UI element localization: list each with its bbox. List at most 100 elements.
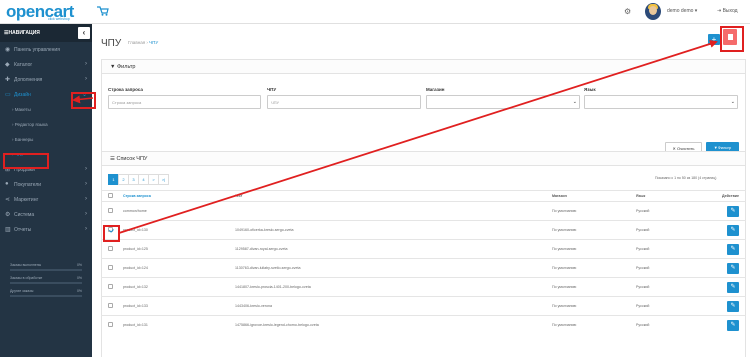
order-stats: Заказы выполнены 0% Заказы в обработке 0% … bbox=[0, 261, 92, 300]
row-checkbox[interactable] bbox=[108, 208, 113, 213]
column-language[interactable]: Язык bbox=[633, 190, 717, 202]
edit-button[interactable]: ✎ bbox=[727, 300, 739, 312]
main-content: ЧПУ Главная › ЧПУ + ▼ Фильтр Строка запр… bbox=[92, 24, 750, 357]
row-checkbox[interactable] bbox=[108, 284, 113, 289]
cell-store: По умолчанию bbox=[549, 277, 633, 297]
table-row: product_id=130 1049160-oficerka-kreslo-se… bbox=[101, 220, 746, 240]
dashboard-icon: ◉ bbox=[5, 47, 11, 53]
settings-gear-icon[interactable]: ⚙ bbox=[624, 7, 631, 16]
chevron-right-icon: › bbox=[85, 196, 87, 202]
breadcrumb-separator: › bbox=[146, 40, 148, 45]
user-name: demo demo bbox=[667, 8, 694, 14]
column-keyword[interactable]: ЧПУ bbox=[232, 190, 549, 202]
cell-store: По умолчанию bbox=[549, 258, 633, 278]
row-checkbox[interactable] bbox=[108, 303, 113, 308]
sidebar-title: НАВИГАЦИЯ bbox=[8, 30, 40, 36]
page-title: ЧПУ bbox=[101, 38, 122, 49]
edit-button[interactable]: ✎ bbox=[727, 262, 739, 274]
sidebar-navigation: ☰НАВИГАЦИЯ ‹ ◉ Панель управления ◆ Каталог… bbox=[0, 24, 92, 357]
pencil-icon: ✎ bbox=[730, 302, 736, 309]
sidebar-item-marketing[interactable]: ⋖ Маркетинг › bbox=[0, 192, 92, 207]
cell-keyword: 1443406-kreslo-verona bbox=[232, 296, 549, 316]
pencil-icon: ✎ bbox=[730, 207, 736, 214]
breadcrumb-current[interactable]: ЧПУ bbox=[149, 40, 158, 45]
sidebar-subitem-banners[interactable]: › Баннеры bbox=[0, 132, 92, 147]
pencil-icon: ✎ bbox=[730, 226, 736, 233]
page-last[interactable]: >| bbox=[158, 174, 169, 185]
chevron-right-icon: › bbox=[85, 61, 87, 67]
sidebar-item-dashboard[interactable]: ◉ Панель управления bbox=[0, 42, 92, 57]
pencil-icon: ✎ bbox=[730, 245, 736, 252]
cell-keyword: 1129587-divan-royal-sergo-cveta bbox=[232, 239, 549, 259]
language-select[interactable]: ⌄ bbox=[584, 95, 738, 109]
table-row: product_id=133 1443406-kreslo-verona По ум… bbox=[101, 296, 746, 316]
puzzle-icon: ✚ bbox=[5, 77, 11, 83]
sidebar-item-extensions[interactable]: ✚ Дополнения › bbox=[0, 72, 92, 87]
logout-icon: ⇥ bbox=[717, 8, 722, 14]
progress-bar bbox=[10, 269, 82, 271]
caret-down-icon: ▾ bbox=[694, 8, 698, 14]
chevron-right-icon: › bbox=[85, 76, 87, 82]
row-checkbox[interactable] bbox=[108, 265, 113, 270]
sidebar-collapse-button[interactable]: ‹ bbox=[78, 27, 90, 39]
edit-button[interactable]: ✎ bbox=[727, 281, 739, 293]
table-row: product_id=124 1130763-divan-lullaby-svet… bbox=[101, 258, 746, 278]
cell-query: product_id=133 bbox=[120, 296, 232, 316]
edit-button[interactable]: ✎ bbox=[727, 205, 739, 217]
edit-button[interactable]: ✎ bbox=[727, 224, 739, 236]
row-checkbox[interactable] bbox=[108, 322, 113, 328]
cell-language: Русский bbox=[633, 239, 717, 259]
chevron-right-icon: › bbox=[85, 166, 87, 172]
monitor-icon: ▭ bbox=[5, 92, 11, 98]
seo-keyword-label: ЧПУ bbox=[267, 87, 277, 92]
cell-query: product_id=131 bbox=[120, 315, 232, 335]
cell-store: По умолчанию bbox=[549, 239, 633, 259]
edit-button[interactable]: ✎ bbox=[727, 319, 739, 331]
cell-query: product_id=125 bbox=[120, 239, 232, 259]
tag-icon: ◆ bbox=[5, 62, 10, 68]
gear-icon: ⚙ bbox=[5, 212, 11, 218]
pencil-icon: ✎ bbox=[730, 283, 736, 290]
user-menu[interactable]: demo demo ▾ bbox=[667, 8, 697, 14]
share-icon: ⋖ bbox=[5, 197, 11, 203]
sidebar-item-system[interactable]: ⚙ Система › bbox=[0, 207, 92, 222]
cart-logo-icon bbox=[97, 6, 109, 16]
row-checkbox[interactable] bbox=[108, 246, 113, 251]
user-icon: ● bbox=[5, 181, 9, 187]
cell-language: Русский bbox=[633, 277, 717, 297]
cell-language: Русский bbox=[633, 258, 717, 278]
filter-icon: ▼ bbox=[110, 64, 117, 70]
seo-keyword-input[interactable]: ЧПУ bbox=[267, 95, 421, 109]
column-query[interactable]: Строка запроса bbox=[120, 190, 232, 202]
avatar[interactable] bbox=[645, 3, 661, 20]
table-row: common/home По умолчанию Русский ✎ bbox=[101, 201, 746, 221]
annotation-box-design bbox=[71, 92, 96, 109]
edit-button[interactable]: ✎ bbox=[727, 243, 739, 255]
annotation-box-seo-url bbox=[3, 153, 49, 169]
seo-url-table: Строка запроса ЧПУ Магазин Язык Действие… bbox=[101, 190, 746, 335]
cell-keyword: 1475866-igrovoe-kreslo-legend-chorno-bel… bbox=[232, 315, 549, 335]
column-store[interactable]: Магазин bbox=[549, 190, 633, 202]
sidebar-subitem-language-editor[interactable]: › Редактор языка bbox=[0, 117, 92, 132]
select-all-checkbox[interactable] bbox=[108, 193, 113, 198]
sidebar-item-reports[interactable]: ▥ Отчеты › bbox=[0, 222, 92, 237]
store-select[interactable]: ⌄ bbox=[426, 95, 580, 109]
breadcrumb-home[interactable]: Главная bbox=[128, 40, 145, 45]
sidebar-item-customers[interactable]: ● Покупатели › bbox=[0, 177, 92, 192]
add-button[interactable]: + bbox=[708, 34, 720, 45]
cell-language: Русский bbox=[633, 296, 717, 316]
cell-query: product_id=124 bbox=[120, 258, 232, 278]
stat-completed: Заказы выполнены 0% bbox=[0, 261, 92, 274]
logout-link[interactable]: ⇥ Выход bbox=[717, 8, 738, 14]
stat-processing: Заказы в обработке 0% bbox=[0, 274, 92, 287]
chevron-down-icon: ⌄ bbox=[572, 99, 577, 105]
top-header: opencart click webshop ⚙ demo demo ▾ ⇥ В… bbox=[0, 0, 750, 24]
sidebar-item-catalog[interactable]: ◆ Каталог › bbox=[0, 57, 92, 72]
chevron-right-icon: › bbox=[85, 226, 87, 232]
cell-language: Русский bbox=[633, 220, 717, 240]
column-action: Действие bbox=[717, 190, 746, 202]
cell-query: common/home bbox=[120, 201, 232, 221]
keyword-input[interactable]: Строка запроса bbox=[108, 95, 261, 109]
cell-store: По умолчанию bbox=[549, 201, 633, 221]
table-row: product_id=125 1129587-divan-royal-sergo-… bbox=[101, 239, 746, 259]
